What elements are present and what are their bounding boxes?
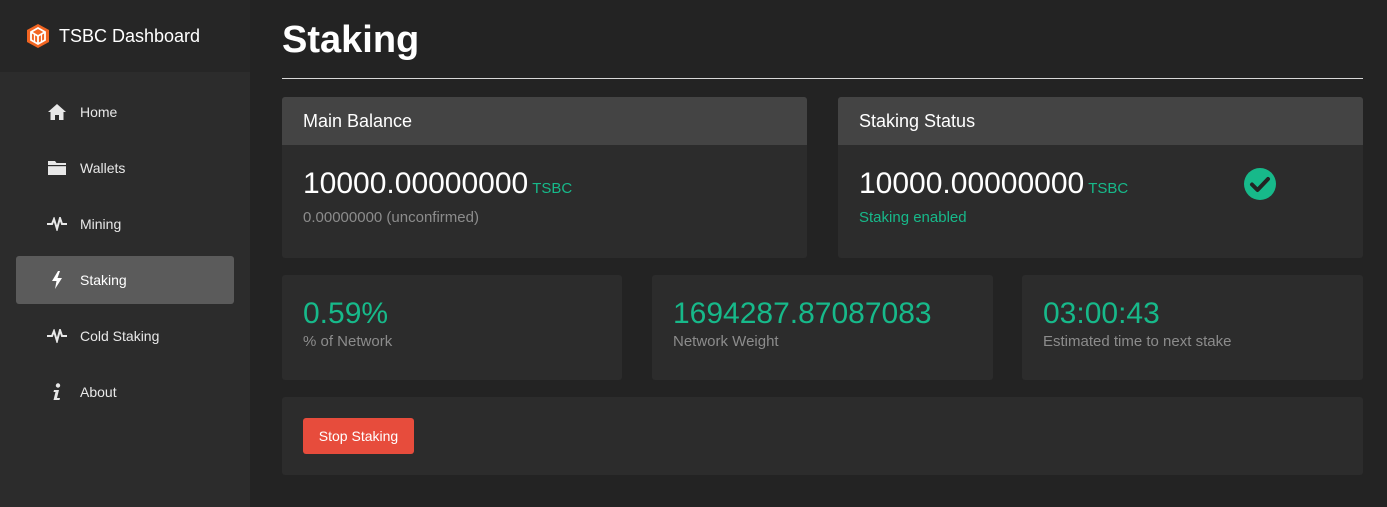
sidebar: TSBC Dashboard Home Wallets Mining Staki… bbox=[0, 0, 250, 507]
sidebar-item-label: Home bbox=[80, 104, 118, 120]
brand[interactable]: TSBC Dashboard bbox=[0, 0, 250, 72]
tsbc-logo-icon bbox=[25, 23, 51, 49]
main-balance-card: Main Balance 10000.00000000 TSBC 0.00000… bbox=[282, 97, 807, 258]
network-weight-value: 1694287.87087083 bbox=[673, 297, 932, 330]
brand-title: TSBC Dashboard bbox=[59, 25, 201, 46]
sidebar-item-cold-staking[interactable]: Cold Staking bbox=[16, 312, 234, 360]
staking-unit: TSBC bbox=[1088, 180, 1129, 197]
check-circle-icon bbox=[1243, 167, 1277, 206]
next-stake-label: Estimated time to next stake bbox=[1043, 333, 1232, 350]
sidebar-item-label: Cold Staking bbox=[80, 328, 160, 344]
next-stake-value: 03:00:43 bbox=[1043, 297, 1160, 330]
sidebar-item-home[interactable]: Home bbox=[16, 88, 234, 136]
bolt-icon bbox=[46, 269, 68, 291]
network-weight-card: 1694287.87087083 Network Weight bbox=[652, 275, 993, 380]
main-balance-amount: 10000.00000000 bbox=[303, 167, 529, 200]
sidebar-item-wallets[interactable]: Wallets bbox=[16, 144, 234, 192]
sidebar-item-mining[interactable]: Mining bbox=[16, 200, 234, 248]
home-icon bbox=[46, 101, 68, 123]
sidebar-item-label: Wallets bbox=[80, 160, 126, 176]
folder-icon bbox=[46, 157, 68, 179]
staking-status-header: Staking Status bbox=[838, 97, 1363, 145]
sidebar-item-about[interactable]: About bbox=[16, 368, 234, 416]
page-title: Staking bbox=[282, 0, 1363, 79]
main-content: Staking bbox=[282, 0, 1363, 79]
staking-status-card: Staking Status 10000.00000000 TSBC Staki… bbox=[838, 97, 1363, 258]
stop-staking-button[interactable]: Stop Staking bbox=[303, 418, 414, 454]
pulse-icon bbox=[46, 325, 68, 347]
staking-amount: 10000.00000000 bbox=[859, 167, 1085, 200]
info-icon bbox=[46, 381, 68, 403]
unconfirmed-balance: 0.00000000 (unconfirmed) bbox=[303, 209, 479, 226]
network-share-value: 0.59% bbox=[303, 297, 389, 330]
network-weight-label: Network Weight bbox=[673, 333, 779, 350]
sidebar-item-label: Staking bbox=[80, 272, 127, 288]
main-balance-unit: TSBC bbox=[532, 180, 573, 197]
sidebar-nav: Home Wallets Mining Staking Cold Staking bbox=[0, 72, 250, 416]
network-share-card: 0.59% % of Network bbox=[282, 275, 622, 380]
staking-status-text: Staking enabled bbox=[859, 209, 967, 226]
main-balance-header: Main Balance bbox=[282, 97, 807, 145]
next-stake-card: 03:00:43 Estimated time to next stake bbox=[1022, 275, 1363, 380]
sidebar-item-label: Mining bbox=[80, 216, 122, 232]
pulse-icon bbox=[46, 213, 68, 235]
sidebar-item-staking[interactable]: Staking bbox=[16, 256, 234, 304]
sidebar-item-label: About bbox=[80, 384, 117, 400]
network-share-label: % of Network bbox=[303, 333, 393, 350]
staking-actions-card: Stop Staking bbox=[282, 397, 1363, 475]
